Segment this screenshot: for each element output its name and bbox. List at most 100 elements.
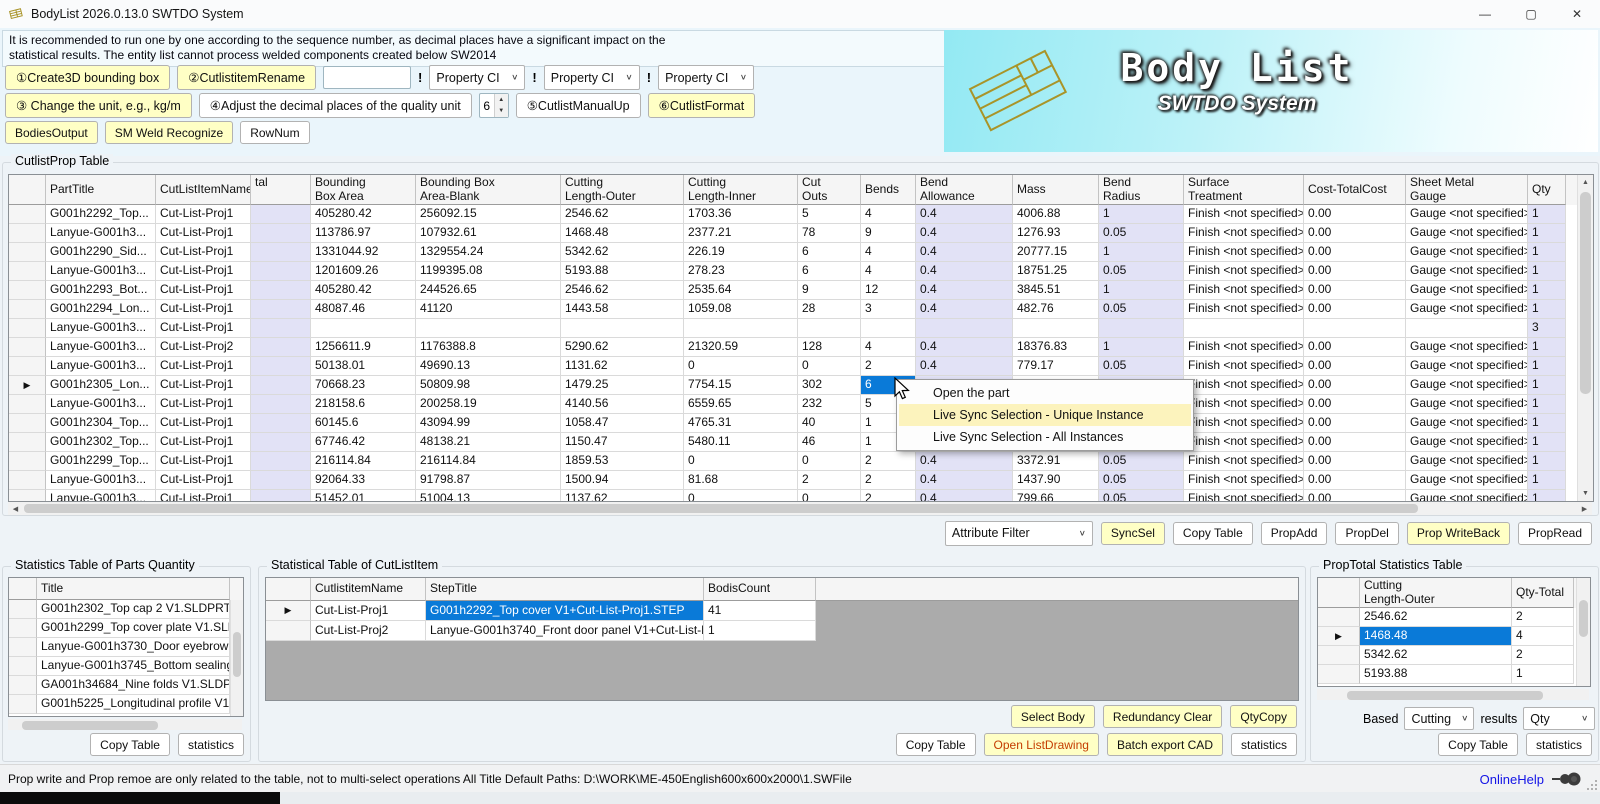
table-cell[interactable]: G001h2299_Top... [46,452,156,471]
table-cell[interactable]: 0.00 [1304,414,1406,433]
table-cell[interactable]: Finish <not specified> [1184,205,1304,224]
row-header[interactable] [9,338,46,357]
table-cell[interactable]: 1 [1528,281,1566,300]
table-cell[interactable]: 1 [1528,433,1566,452]
table-cell[interactable]: 0.4 [916,281,1013,300]
row-header[interactable] [1318,646,1360,665]
table-cell[interactable]: 0.00 [1304,471,1406,490]
statistics-button[interactable]: statistics [178,733,244,756]
table-cell[interactable]: 1443.58 [561,300,684,319]
create3d-bounding-box-button[interactable]: ①Create3D bounding box [5,65,170,90]
table-cell[interactable]: 244526.65 [416,281,561,300]
table-cell[interactable]: Cut-List-Proj1 [156,243,251,262]
grid-horizontal-scrollbar[interactable]: ◀ ▶ [8,502,1592,515]
table-cell[interactable]: 0.00 [1304,224,1406,243]
part-title-cell[interactable]: GA001h34684_Nine folds V1.SLDPRT [37,676,230,695]
table-cell[interactable]: 3 [1528,319,1566,338]
table-cell[interactable]: 2535.64 [684,281,798,300]
table-cell[interactable]: Cut-List-Proj1 [156,319,251,338]
column-header-11[interactable]: Mass [1013,175,1099,205]
table-cell[interactable]: 4 [861,205,916,224]
table-cell[interactable]: 1 [1528,490,1566,501]
rename-input[interactable] [323,66,411,89]
column-header-12[interactable]: Bend Radius [1099,175,1184,205]
table-cell[interactable]: 405280.42 [311,205,416,224]
cutlistitem-rename-button[interactable]: ②CutlistitemRename [177,65,316,90]
table-cell[interactable] [861,319,916,338]
table-cell[interactable]: 1331044.92 [311,243,416,262]
table-cell[interactable] [416,319,561,338]
column-header-2[interactable]: StepTitle [426,578,704,601]
column-header-6[interactable]: Cutting Length-Outer [561,175,684,205]
table-cell[interactable] [1013,319,1099,338]
table-cell[interactable]: 0.00 [1304,205,1406,224]
table-cell[interactable]: Lanyue-G001h3... [46,338,156,357]
row-header[interactable] [9,300,46,319]
table-cell[interactable]: 5290.62 [561,338,684,357]
table-cell[interactable]: 1 [1099,338,1184,357]
table-cell[interactable]: 2 [861,452,916,471]
table-cell[interactable]: Cut-List-Proj1 [156,262,251,281]
cutlist-manual-up-button[interactable]: ⑤CutlistManualUp [516,93,641,118]
table-cell[interactable]: 2 [861,357,916,376]
row-header[interactable] [9,695,37,714]
table-cell[interactable]: Finish <not specified> [1184,338,1304,357]
table-cell[interactable]: Gauge <not specified> [1406,395,1528,414]
scrollbar-thumb[interactable] [22,721,158,730]
table-cell[interactable]: 1137.62 [561,490,684,501]
row-header[interactable] [9,224,46,243]
table-cell[interactable] [251,433,311,452]
column-header-1[interactable]: PartTitle [46,175,156,205]
table-cell[interactable]: 0.4 [916,357,1013,376]
table-cell[interactable]: Lanyue-G001h3... [46,490,156,501]
table-cell[interactable]: Gauge <not specified> [1406,471,1528,490]
table-cell[interactable] [251,281,311,300]
table-cell[interactable] [251,395,311,414]
table-cell[interactable]: 43094.99 [416,414,561,433]
table-cell[interactable]: 1479.25 [561,376,684,395]
table-cell[interactable] [1406,319,1528,338]
table-cell[interactable]: 1276.93 [1013,224,1099,243]
table-cell[interactable]: Gauge <not specified> [1406,433,1528,452]
scroll-right-icon[interactable]: ▶ [1577,502,1592,515]
table-cell[interactable]: 0 [684,452,798,471]
table-cell[interactable]: 0.4 [916,243,1013,262]
table-cell[interactable]: Lanyue-G001h3... [46,224,156,243]
table-cell[interactable]: Cut-List-Proj1 [156,281,251,300]
table-cell[interactable]: 232 [798,395,861,414]
table-cell[interactable]: 92064.33 [311,471,416,490]
row-header[interactable] [9,357,46,376]
table-cell[interactable]: 302 [798,376,861,395]
table-cell[interactable]: Gauge <not specified> [1406,376,1528,395]
table-cell[interactable]: Cut-List-Proj1 [156,224,251,243]
step-title-cell[interactable]: Lanyue-G001h3740_Front door panel V1+Cut… [426,621,704,641]
online-help-link[interactable]: OnlineHelp [1480,772,1544,787]
table-cell[interactable]: 51452.01 [311,490,416,501]
property-ci-combo-3[interactable]: Property CI∨ [658,65,754,90]
table-cell[interactable]: 0.00 [1304,338,1406,357]
scroll-left-icon[interactable]: ◀ [8,502,23,515]
table-cell[interactable]: Cut-List-Proj1 [156,395,251,414]
part-title-cell[interactable]: G001h2299_Top cover plate V1.SLDP [37,619,230,638]
part-title-cell[interactable]: Lanyue-G001h3745_Bottom sealing [37,657,230,676]
copy-table-button[interactable]: Copy Table [896,733,976,756]
table-cell[interactable]: Gauge <not specified> [1406,357,1528,376]
table-cell[interactable]: Finish <not specified> [1184,300,1304,319]
table-cell[interactable]: Finish <not specified> [1184,262,1304,281]
proptotal-vertical-scrollbar[interactable] [1576,578,1590,686]
table-cell[interactable]: 107932.61 [416,224,561,243]
table-cell[interactable]: Cut-List-Proj1 [156,357,251,376]
prop-writeback-button[interactable]: Prop WriteBack [1407,522,1510,545]
table-cell[interactable]: 0.4 [916,452,1013,471]
column-header-3[interactable]: tal [251,175,311,205]
table-cell[interactable]: 5480.11 [684,433,798,452]
select-body-button[interactable]: Select Body [1011,705,1095,728]
cutlistitem-name-cell[interactable]: Cut-List-Proj1 [311,601,426,621]
table-cell[interactable]: 0 [798,490,861,501]
table-cell[interactable]: 200258.19 [416,395,561,414]
table-cell[interactable]: 0 [684,490,798,501]
scroll-up-icon[interactable]: ▲ [1578,175,1593,190]
column-header-13[interactable]: Surface Treatment [1184,175,1304,205]
table-cell[interactable]: 4 [861,262,916,281]
table-cell[interactable]: 0.4 [916,490,1013,501]
